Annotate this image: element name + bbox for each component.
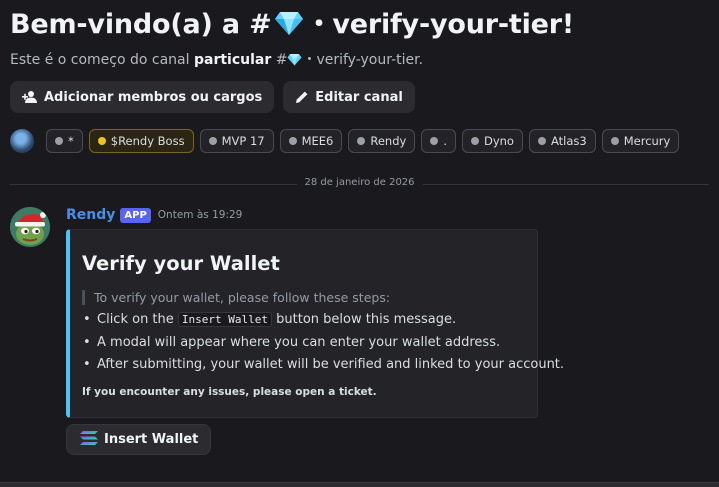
step1-suffix: button below this message. (276, 312, 457, 327)
role-label: Rendy (370, 134, 407, 148)
list-item: Click on the Insert Wallet button below … (82, 312, 564, 335)
role-pill[interactable]: . (421, 129, 456, 153)
insert-wallet-button[interactable]: Insert Wallet (66, 424, 212, 455)
role-label: Atlas3 (550, 134, 587, 148)
role-pill[interactable]: Rendy (348, 129, 416, 153)
role-label: Dyno (483, 134, 514, 148)
message-author[interactable]: Rendy (66, 207, 115, 223)
role-label: Mercury (623, 134, 671, 148)
start-prefix: Este é o começo do canal (10, 52, 190, 68)
role-label: . (443, 134, 447, 148)
message-timestamp[interactable]: Ontem às 19:29 (158, 209, 243, 221)
role-dot (430, 137, 439, 145)
role-pill[interactable]: Atlas3 (528, 129, 596, 153)
role-dot (537, 137, 546, 145)
embed-footer-note: If you encounter any issues, please open… (82, 386, 377, 398)
date-divider: 28 de janeiro de 2026 (296, 177, 423, 188)
channel-start-text: Este é o começo do canal particular # ・ve… (10, 49, 423, 70)
embed-steps-list: Click on the Insert Wallet button below … (82, 312, 564, 380)
embed-quote: To verify your wallet, please follow the… (82, 290, 390, 305)
role-pill[interactable]: MEE6 (279, 129, 343, 153)
list-item: After submitting, your wallet will be ve… (82, 357, 564, 380)
role-dot (357, 137, 366, 145)
message-header: Rendy APP Ontem às 19:29 (66, 207, 242, 223)
diamond-icon (287, 53, 302, 70)
role-dot (470, 137, 479, 145)
role-pill[interactable]: MVP 17 (199, 129, 274, 153)
channel-actions: Adicionar membros ou cargos Editar canal (10, 81, 415, 113)
welcome-prefix: Bem-vindo(a) a # (10, 9, 272, 40)
message-embed: Verify your Wallet To verify your wallet… (66, 229, 564, 418)
role-label: MEE6 (301, 134, 334, 148)
add-members-button[interactable]: Adicionar membros ou cargos (10, 81, 275, 113)
edit-channel-label: Editar canal (315, 89, 403, 105)
role-pill[interactable]: * (46, 129, 83, 153)
frog-santa-icon (10, 207, 50, 247)
channel-members-row: * $Rendy Boss MVP 17 MEE6 Rendy . Dyno A… (10, 129, 680, 153)
role-dot (97, 137, 106, 145)
message-composer[interactable] (0, 482, 719, 487)
role-dot (55, 137, 63, 145)
role-label: $Rendy Boss (110, 134, 185, 148)
add-members-label: Adicionar membros ou cargos (44, 89, 263, 105)
inline-code: Insert Wallet (177, 312, 273, 327)
role-pill[interactable]: Dyno (461, 129, 523, 153)
step1-prefix: Click on the (97, 312, 174, 327)
add-user-icon (22, 90, 38, 104)
avatar[interactable] (10, 129, 34, 153)
solana-icon (79, 430, 99, 450)
role-pill[interactable]: Mercury (601, 129, 680, 153)
start-bold: particular (193, 52, 272, 68)
role-dot (610, 137, 619, 145)
app-badge: APP (120, 207, 151, 223)
embed-title: Verify your Wallet (82, 252, 280, 275)
pencil-icon (295, 90, 309, 104)
role-label: * (68, 134, 74, 148)
role-dot (288, 137, 297, 145)
welcome-suffix: ・verify-your-tier! (305, 9, 575, 40)
diamond-icon (274, 10, 304, 43)
insert-wallet-label: Insert Wallet (104, 432, 199, 447)
channel-welcome-title: Bem-vindo(a) a # ・verify-your-tier! (10, 2, 574, 43)
role-label: MVP 17 (221, 134, 265, 148)
role-dot (208, 137, 217, 145)
avatar[interactable] (10, 207, 50, 247)
edit-channel-button[interactable]: Editar canal (283, 81, 415, 113)
start-suffix: ・verify-your-tier. (302, 52, 424, 68)
start-hash: # (275, 52, 288, 68)
list-item: A modal will appear where you can enter … (82, 335, 564, 358)
role-pill[interactable]: $Rendy Boss (88, 129, 194, 153)
